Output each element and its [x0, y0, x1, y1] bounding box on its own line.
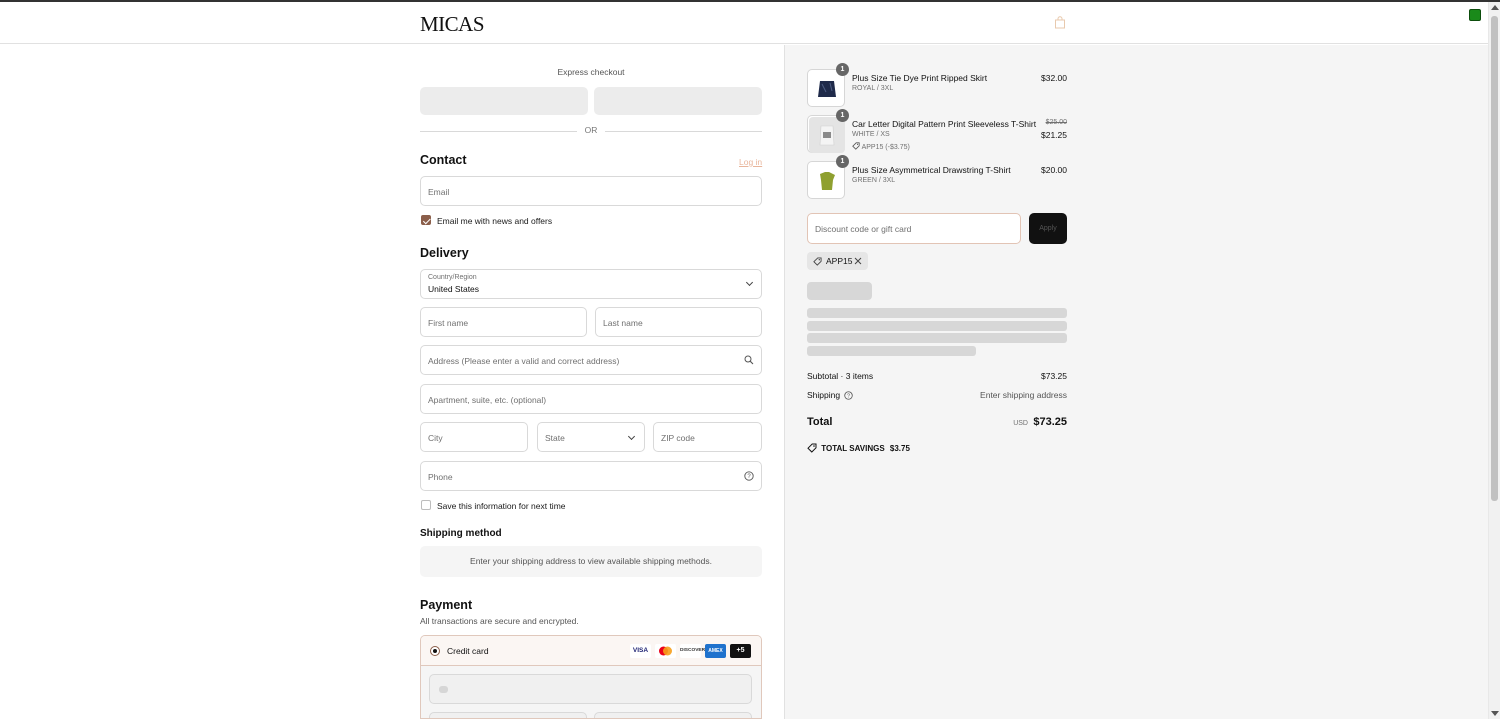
payment-subtitle: All transactions are secure and encrypte… [420, 616, 579, 626]
loading-skeleton [807, 282, 872, 300]
login-link[interactable]: Log in [739, 157, 762, 167]
cart-item: 1 Plus Size Tie Dye Print Ripped Skirt R… [807, 63, 1067, 109]
page-scrollbar[interactable] [1488, 2, 1500, 719]
discount-code-field[interactable]: Discount code or gift card [807, 213, 1021, 244]
item-variant: GREEN / 3XL [852, 177, 896, 184]
site-header: MICAS [0, 2, 1490, 44]
chevron-down-icon [745, 278, 754, 287]
last-name-field[interactable]: Last name [595, 307, 762, 337]
item-name: Car Letter Digital Pattern Print Sleevel… [852, 119, 1037, 129]
card-expiry-field[interactable] [429, 712, 587, 718]
scroll-down-arrow-icon[interactable] [1491, 711, 1499, 716]
credit-card-option[interactable]: Credit card VISA DISCOVER AMEX +5 [421, 636, 761, 666]
tag-icon [852, 142, 860, 150]
loading-skeleton [807, 308, 1067, 318]
card-number-field[interactable] [429, 674, 752, 704]
svg-text:?: ? [847, 393, 850, 399]
scrollbar-thumb[interactable] [1491, 16, 1498, 501]
store-logo[interactable]: MICAS [420, 12, 485, 37]
shipping-row: Shipping ? Enter shipping address [807, 390, 1067, 400]
help-icon[interactable]: ? [744, 471, 754, 481]
chevron-down-icon [627, 432, 636, 441]
subtotal-value: $73.25 [1041, 371, 1067, 381]
item-variant: ROYAL / 3XL [852, 85, 894, 92]
search-icon [744, 355, 754, 365]
shopping-bag-icon[interactable] [1054, 16, 1066, 29]
currency-code: USD [1013, 420, 1028, 427]
save-info-checkbox[interactable] [421, 500, 431, 510]
express-pay-button-2[interactable] [594, 87, 762, 115]
visa-icon: VISA [630, 644, 651, 658]
cart-item: 1 Plus Size Asymmetrical Drawstring T-Sh… [807, 155, 1067, 201]
item-name: Plus Size Tie Dye Print Ripped Skirt [852, 73, 988, 83]
email-field[interactable]: Email [420, 176, 762, 206]
total-row: Total USD $73.25 [807, 416, 1067, 428]
help-icon[interactable]: ? [844, 390, 854, 400]
newsletter-checkbox[interactable] [421, 215, 431, 225]
mastercard-icon [655, 644, 676, 658]
apply-button[interactable]: Apply [1029, 213, 1067, 244]
shipping-label: Shipping [807, 390, 841, 400]
quantity-badge: 1 [836, 109, 849, 122]
save-info-label: Save this information for next time [437, 501, 566, 511]
city-field[interactable]: City [420, 422, 528, 452]
address-field[interactable]: Address (Please enter a valid and correc… [420, 345, 762, 375]
loading-skeleton [807, 321, 1067, 331]
loading-skeleton [807, 346, 976, 356]
apartment-field[interactable]: Apartment, suite, etc. (optional) [420, 384, 762, 414]
state-select[interactable]: State [537, 422, 645, 452]
item-price: $20.00 [1041, 165, 1067, 175]
credit-card-radio[interactable] [430, 646, 440, 656]
item-original-price: $25.00 [1045, 119, 1067, 126]
cart-item: 1 Car Letter Digital Pattern Print Sleev… [807, 109, 1067, 155]
discover-icon: DISCOVER [680, 644, 705, 658]
first-name-field[interactable]: First name [420, 307, 587, 337]
express-checkout-label: Express checkout [557, 67, 625, 77]
total-label: Total [807, 416, 833, 428]
applied-discount-tag: APP15 [807, 252, 868, 270]
shipping-method-message: Enter your shipping address to view avai… [420, 546, 762, 577]
or-divider: OR [420, 125, 762, 137]
phone-field[interactable]: Phone ? [420, 461, 762, 491]
more-cards-badge: +5 [730, 644, 751, 658]
newsletter-label: Email me with news and offers [437, 216, 553, 226]
scroll-up-arrow-icon[interactable] [1491, 5, 1499, 10]
card-cvv-field[interactable] [594, 712, 752, 718]
shipping-value: Enter shipping address [980, 390, 1067, 400]
amex-icon: AMEX [705, 644, 726, 658]
total-savings-row: TOTAL SAVINGS $3.75 [807, 443, 1067, 453]
close-icon[interactable] [854, 257, 862, 265]
subtotal-row: Subtotal · 3 items $73.25 [807, 371, 1067, 381]
extension-icon[interactable] [1469, 9, 1481, 21]
contact-heading: Contact [420, 153, 467, 167]
loading-skeleton [807, 333, 1067, 343]
express-pay-button-1[interactable] [420, 87, 588, 115]
quantity-badge: 1 [836, 63, 849, 76]
item-discount: APP15 (-$3.75) [852, 142, 910, 151]
svg-text:?: ? [747, 474, 751, 480]
zip-field[interactable]: ZIP code [653, 422, 762, 452]
quantity-badge: 1 [836, 155, 849, 168]
shipping-method-heading: Shipping method [420, 528, 502, 539]
item-price: $32.00 [1041, 73, 1067, 83]
subtotal-label: Subtotal · 3 items [807, 371, 874, 381]
total-value: $73.25 [1033, 416, 1067, 428]
savings-tag-icon [807, 443, 817, 453]
country-select[interactable]: Country/Region United States [420, 269, 762, 299]
item-name: Plus Size Asymmetrical Drawstring T-Shir… [852, 165, 1011, 175]
delivery-heading: Delivery [420, 246, 469, 260]
item-variant: WHITE / XS [852, 131, 890, 138]
item-price: $21.25 [1041, 130, 1067, 140]
payment-heading: Payment [420, 598, 473, 612]
credit-card-section: Credit card VISA DISCOVER AMEX +5 [420, 635, 762, 719]
tag-icon [813, 257, 822, 266]
